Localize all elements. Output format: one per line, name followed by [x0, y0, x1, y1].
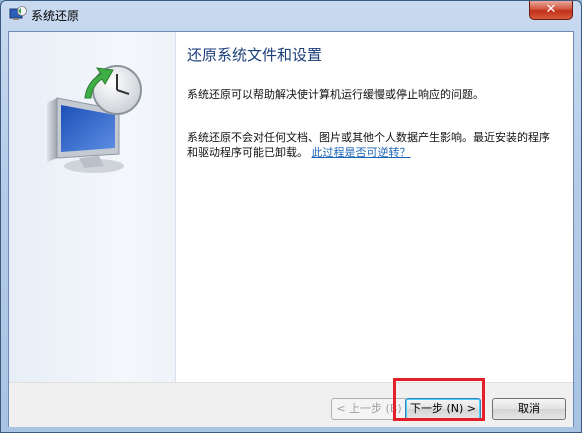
highlight-box [393, 378, 485, 421]
info-text-block: 系统还原不会对任何文档、图片或其他个人数据产生影响。最近安装的程序和驱动程序可能… [187, 130, 557, 160]
system-restore-window: 系统还原 ✕ 还原系统文件和设置 系统还原可以帮助解决使计算机运行缓慢或停止响应… [0, 0, 582, 433]
dialog-content: 还原系统文件和设置 系统还原可以帮助解决使计算机运行缓慢或停止响应的问题。 系统… [8, 31, 574, 427]
computer-clock-restore-icon [47, 65, 142, 173]
cancel-button[interactable]: 取消 [492, 398, 566, 420]
close-button[interactable]: ✕ [529, 1, 573, 20]
button-bar: < 上一步 (B) 下一步 (N) > 取消 [9, 382, 573, 427]
close-icon: ✕ [545, 2, 557, 17]
page-title: 还原系统文件和设置 [187, 46, 323, 64]
title-bar[interactable]: 系统还原 ✕ [1, 1, 581, 27]
description-text: 系统还原可以帮助解决使计算机运行缓慢或停止响应的问题。 [187, 88, 484, 101]
left-panel [9, 32, 176, 382]
reversible-link[interactable]: 此过程是否可逆转？ [312, 146, 411, 159]
system-restore-icon [9, 6, 27, 20]
window-title: 系统还原 [31, 9, 80, 23]
